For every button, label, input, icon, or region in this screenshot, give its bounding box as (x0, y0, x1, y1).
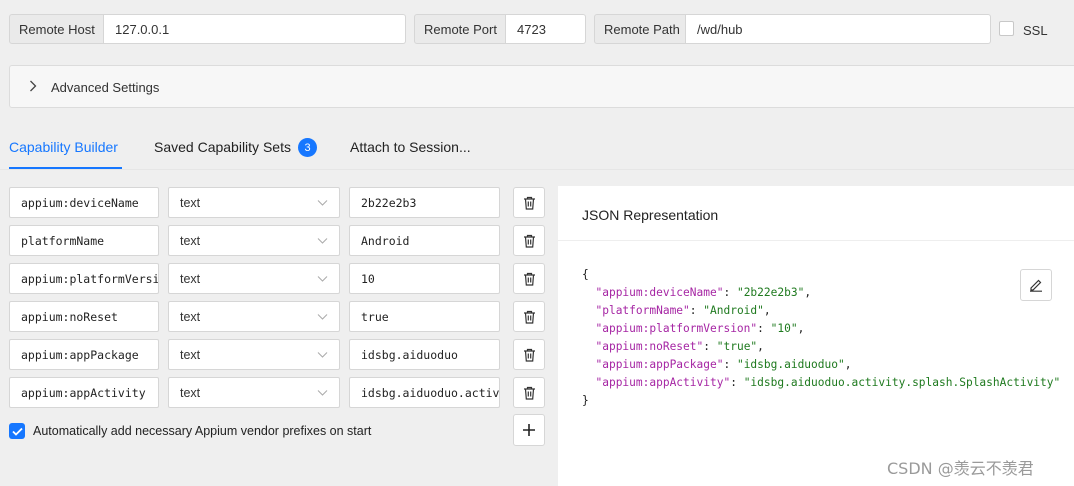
edit-json-button[interactable] (1020, 269, 1052, 301)
remote-port-input[interactable]: 4723 (506, 14, 586, 44)
json-code-block: { "appium:deviceName": "2b22e2b3", "plat… (582, 266, 1060, 410)
capability-value-input[interactable]: Android (349, 225, 500, 256)
chevron-down-icon (317, 238, 328, 244)
json-representation-panel: JSON Representation { "appium:deviceName… (558, 186, 1074, 486)
json-key: "appium:noReset" (595, 340, 704, 353)
json-line: "appium:deviceName": "2b22e2b3", (595, 286, 812, 299)
delete-capability-button[interactable] (513, 263, 545, 294)
auto-prefix-checkbox[interactable] (9, 423, 25, 439)
json-key: "appium:appPackage" (595, 358, 724, 371)
chevron-down-icon (317, 200, 328, 206)
trash-icon (523, 310, 535, 324)
json-key: "appium:deviceName" (595, 286, 724, 299)
capability-type-value: text (180, 271, 201, 286)
tab-saved-capability-sets[interactable]: Saved Capability Sets (154, 139, 291, 155)
json-line: "appium:platformVersion": "10", (595, 322, 805, 335)
json-value: "Android" (703, 304, 764, 317)
capability-value-input[interactable]: true (349, 301, 500, 332)
json-panel-title: JSON Representation (582, 207, 719, 223)
capability-type-select[interactable]: text (168, 225, 340, 256)
capability-type-value: text (180, 309, 201, 324)
capability-type-select[interactable]: text (168, 301, 340, 332)
capability-type-select[interactable]: text (168, 339, 340, 370)
json-key: "appium:platformVersion" (595, 322, 758, 335)
json-open-brace: { (582, 268, 589, 281)
capability-name-input[interactable]: appium:noReset (9, 301, 159, 332)
chevron-down-icon (317, 314, 328, 320)
tab-attach-to-session[interactable]: Attach to Session... (350, 139, 471, 155)
remote-host-label: Remote Host (9, 14, 104, 44)
pencil-icon (1030, 279, 1042, 292)
json-value: "idsbg.aiduoduo" (736, 358, 845, 371)
add-capability-button[interactable] (513, 414, 545, 446)
trash-icon (523, 272, 535, 286)
capability-type-select[interactable]: text (168, 377, 340, 408)
capability-name-input[interactable]: platformName (9, 225, 159, 256)
checkmark-icon (11, 427, 23, 436)
trash-icon (523, 386, 535, 400)
ssl-label: SSL (1023, 23, 1048, 38)
json-key: "appium:appActivity" (595, 376, 731, 389)
delete-capability-button[interactable] (513, 187, 545, 218)
delete-capability-button[interactable] (513, 225, 545, 256)
capability-value-input[interactable]: idsbg.aiduoduo.activity.splash.SplashAct… (349, 377, 500, 408)
json-value: "idsbg.aiduoduo.activity.splash.SplashAc… (743, 376, 1061, 389)
capability-name-input[interactable]: appium:platformVersion (9, 263, 159, 294)
chevron-right-icon (30, 80, 37, 92)
delete-capability-button[interactable] (513, 301, 545, 332)
saved-sets-count-badge: 3 (298, 138, 317, 157)
remote-path-input[interactable]: /wd/hub (686, 14, 991, 44)
json-value: "10" (770, 322, 798, 335)
tab-capability-builder[interactable]: Capability Builder (9, 139, 118, 155)
capability-name-input[interactable]: appium:appPackage (9, 339, 159, 370)
json-line: "appium:appActivity": "idsbg.aiduoduo.ac… (595, 376, 1061, 389)
json-key: "platformName" (595, 304, 690, 317)
capability-name-input[interactable]: appium:deviceName (9, 187, 159, 218)
json-close-brace: } (582, 394, 589, 407)
remote-port-label: Remote Port (414, 14, 506, 44)
plus-icon (523, 424, 535, 436)
remote-host-input[interactable]: 127.0.0.1 (104, 14, 406, 44)
advanced-settings-label: Advanced Settings (51, 80, 160, 95)
chevron-down-icon (317, 390, 328, 396)
remote-path-label: Remote Path (594, 14, 686, 44)
capability-name-input[interactable]: appium:appActivity (9, 377, 159, 408)
json-panel-header: JSON Representation (558, 186, 1074, 241)
capability-value-input[interactable]: 2b22e2b3 (349, 187, 500, 218)
capability-type-select[interactable]: text (168, 263, 340, 294)
chevron-down-icon (317, 276, 328, 282)
delete-capability-button[interactable] (513, 339, 545, 370)
ssl-checkbox[interactable] (999, 21, 1014, 36)
capability-value-input[interactable]: 10 (349, 263, 500, 294)
capability-type-value: text (180, 233, 201, 248)
capability-value-input[interactable]: idsbg.aiduoduo (349, 339, 500, 370)
auto-prefix-label: Automatically add necessary Appium vendo… (33, 424, 372, 438)
capability-type-select[interactable]: text (168, 187, 340, 218)
capability-type-value: text (180, 385, 201, 400)
json-value: "2b22e2b3" (736, 286, 805, 299)
chevron-down-icon (317, 352, 328, 358)
watermark-text: CSDN @羡云不羡君 (887, 459, 1034, 478)
capability-type-value: text (180, 195, 201, 210)
capability-type-value: text (180, 347, 201, 362)
json-line: "platformName": "Android", (595, 304, 771, 317)
trash-icon (523, 348, 535, 362)
advanced-settings-panel[interactable]: Advanced Settings (9, 65, 1074, 108)
trash-icon (523, 234, 535, 248)
json-value: "true" (716, 340, 758, 353)
delete-capability-button[interactable] (513, 377, 545, 408)
tab-divider (0, 169, 1074, 170)
json-line: "appium:noReset": "true", (595, 340, 764, 353)
active-tab-indicator (9, 167, 122, 169)
json-line: "appium:appPackage": "idsbg.aiduoduo", (595, 358, 852, 371)
trash-icon (523, 196, 535, 210)
